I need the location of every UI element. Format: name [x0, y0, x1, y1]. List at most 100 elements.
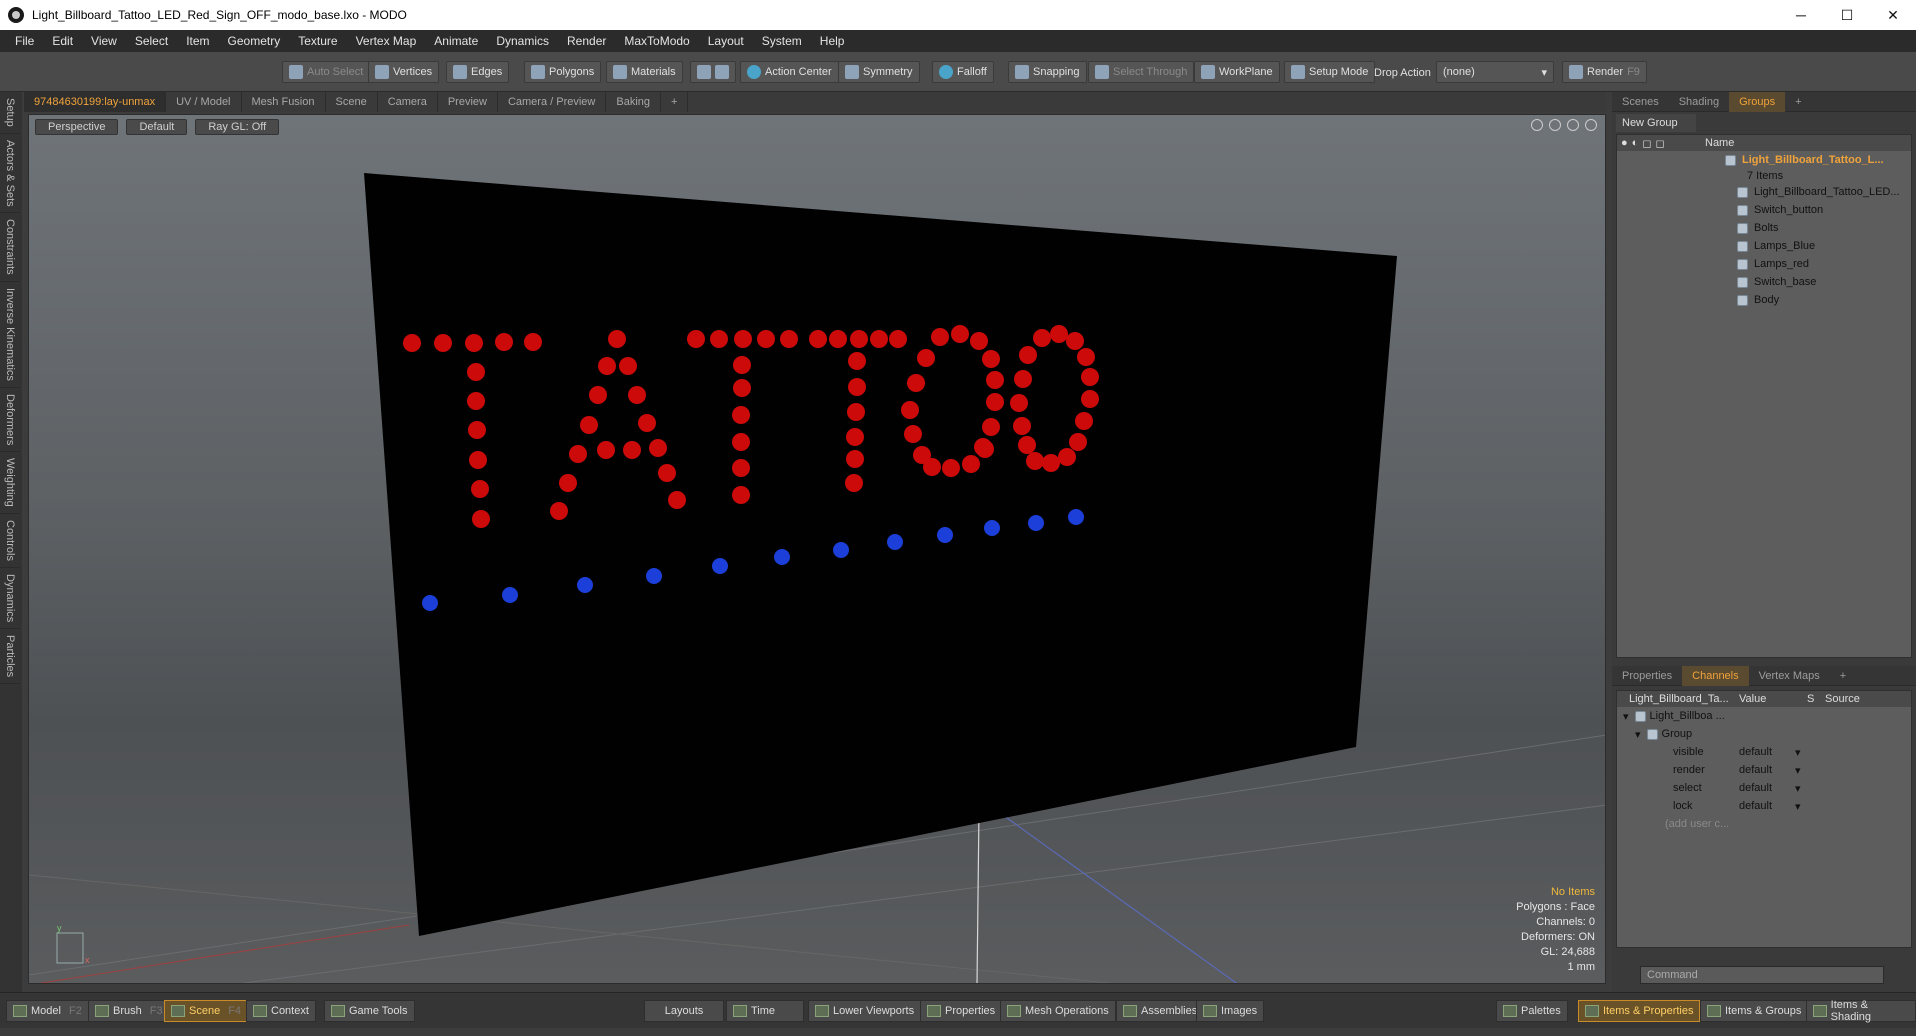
menu-item[interactable]: Item [177, 34, 218, 48]
vertices-button[interactable]: Vertices [368, 61, 440, 83]
raygl-button[interactable]: Ray GL: Off [195, 119, 280, 135]
workplane-button[interactable]: WorkPlane [1194, 61, 1280, 83]
tab-baking[interactable]: Baking [606, 92, 662, 112]
add-panel-tab-button[interactable]: + [1785, 92, 1811, 112]
add-user-channel[interactable]: (add user c... [1617, 815, 1911, 833]
menu-dynamics[interactable]: Dynamics [487, 34, 558, 48]
chevron-down-icon[interactable]: ▾ [1795, 782, 1801, 795]
menu-view[interactable]: View [82, 34, 126, 48]
side-tab-dynamics[interactable]: Dynamics [0, 568, 20, 630]
menu-help[interactable]: Help [811, 34, 854, 48]
channel-row[interactable]: visible default ▾ [1617, 743, 1911, 761]
setup-mode-button[interactable]: Setup Mode [1284, 61, 1376, 83]
render-button[interactable]: Render F9 [1562, 61, 1647, 83]
selection-mode-buttons[interactable] [690, 61, 736, 83]
side-tab-inverse-kinematics[interactable]: Inverse Kinematics [0, 282, 20, 388]
game-tools-layout-button[interactable]: Game Tools [324, 1000, 415, 1022]
tab-properties[interactable]: Properties [1612, 666, 1682, 686]
channel-group-row[interactable]: ▾ Group [1617, 725, 1911, 743]
side-tab-deformers[interactable]: Deformers [0, 388, 20, 453]
channel-root-row[interactable]: ▾ Light_Billboa ... [1617, 707, 1911, 725]
chevron-down-icon[interactable]: ▾ [1795, 746, 1801, 759]
side-tab-constraints[interactable]: Constraints [0, 213, 20, 283]
menu-texture[interactable]: Texture [289, 34, 346, 48]
tab-camera-preview[interactable]: Camera / Preview [498, 92, 607, 112]
scene-layout-button[interactable]: Scene F4 [164, 1000, 249, 1022]
add-tab-button[interactable]: + [661, 92, 689, 112]
channel-value-dropdown[interactable]: default [1735, 746, 1795, 758]
tab-channels[interactable]: Channels [1682, 665, 1749, 686]
list-item[interactable]: Body [1617, 291, 1911, 309]
assemblies-button[interactable]: Assemblies [1116, 1000, 1205, 1022]
3d-viewport[interactable]: y x Perspective Default Ray GL: Off No I… [28, 114, 1606, 984]
menu-system[interactable]: System [753, 34, 811, 48]
pan-icon[interactable] [1531, 119, 1543, 131]
palettes-button[interactable]: Palettes [1496, 1000, 1568, 1022]
add-properties-tab-button[interactable]: + [1830, 666, 1856, 686]
items-shading-button[interactable]: Items & Shading [1806, 999, 1916, 1023]
polygons-button[interactable]: Polygons [524, 61, 602, 83]
model-layout-button[interactable]: Model F2 [6, 1000, 89, 1022]
side-tab-actors-sets[interactable]: Actors & Sets [0, 134, 20, 214]
maximize-button[interactable]: ☐ [1824, 0, 1870, 30]
items-groups-button[interactable]: Items & Groups [1700, 1000, 1809, 1022]
menu-geometry[interactable]: Geometry [219, 34, 290, 48]
drop-action-dropdown[interactable]: (none) ▾ [1436, 61, 1554, 83]
list-item[interactable]: Bolts [1617, 219, 1911, 237]
chevron-down-icon[interactable]: ▾ [1795, 800, 1801, 813]
symmetry-button[interactable]: Symmetry [838, 61, 920, 83]
tab-uv-model[interactable]: UV / Model [166, 92, 242, 112]
command-input[interactable]: Command [1640, 966, 1884, 984]
zoom-icon[interactable] [1567, 119, 1579, 131]
menu-select[interactable]: Select [126, 34, 177, 48]
properties-button[interactable]: Properties [920, 1000, 1003, 1022]
tab-groups[interactable]: Groups [1729, 91, 1786, 112]
channel-row[interactable]: lock default ▾ [1617, 797, 1911, 815]
tab-scenes[interactable]: Scenes [1612, 92, 1669, 112]
menu-edit[interactable]: Edit [43, 34, 82, 48]
list-item[interactable]: Switch_base [1617, 273, 1911, 291]
list-item[interactable]: Lamps_Blue [1617, 237, 1911, 255]
menu-maxtomodo[interactable]: MaxToModo [615, 34, 698, 48]
lower-viewports-button[interactable]: Lower Viewports [808, 1000, 922, 1022]
shading-default-button[interactable]: Default [126, 119, 188, 135]
tab-vertex-maps[interactable]: Vertex Maps [1749, 666, 1830, 686]
close-button[interactable]: ✕ [1870, 0, 1916, 30]
menu-render[interactable]: Render [558, 34, 615, 48]
list-item[interactable]: Lamps_red [1617, 255, 1911, 273]
minimize-button[interactable]: ─ [1778, 0, 1824, 30]
channel-value-dropdown[interactable]: default [1735, 800, 1795, 812]
billboard-body[interactable] [364, 173, 1397, 936]
list-item[interactable]: Switch_button [1617, 201, 1911, 219]
channel-row[interactable]: render default ▾ [1617, 761, 1911, 779]
side-tab-setup[interactable]: Setup [0, 92, 20, 134]
menu-animate[interactable]: Animate [425, 34, 487, 48]
menu-file[interactable]: File [6, 34, 43, 48]
channel-value-dropdown[interactable]: default [1735, 782, 1795, 794]
side-tab-weighting[interactable]: Weighting [0, 452, 20, 515]
channel-value-dropdown[interactable]: default [1735, 764, 1795, 776]
brush-layout-button[interactable]: Brush F3 [88, 1000, 170, 1022]
group-row[interactable]: Light_Billboard_Tattoo_L... [1617, 151, 1911, 169]
materials-button[interactable]: Materials [606, 61, 683, 83]
images-button[interactable]: Images [1196, 1000, 1265, 1022]
view-perspective-button[interactable]: Perspective [35, 119, 119, 135]
gear-icon[interactable] [1585, 119, 1597, 131]
side-tab-particles[interactable]: Particles [0, 629, 20, 685]
tab-camera[interactable]: Camera [378, 92, 438, 112]
auto-select-button[interactable]: Auto Select [282, 61, 371, 83]
tab-layout-unmax[interactable]: 97484630199:lay-unmax [24, 92, 167, 112]
menu-vertex-map[interactable]: Vertex Map [347, 34, 426, 48]
menu-layout[interactable]: Layout [699, 34, 753, 48]
layouts-button[interactable]: Layouts [644, 1000, 724, 1022]
mesh-operations-button[interactable]: Mesh Operations [1000, 1000, 1116, 1022]
items-properties-button[interactable]: Items & Properties [1578, 1000, 1701, 1022]
tab-preview[interactable]: Preview [438, 92, 498, 112]
list-item[interactable]: Light_Billboard_Tattoo_LED... [1617, 183, 1911, 201]
tab-shading[interactable]: Shading [1669, 92, 1729, 112]
context-layout-button[interactable]: Context [246, 1000, 316, 1022]
rotate-icon[interactable] [1549, 119, 1561, 131]
chevron-down-icon[interactable]: ▾ [1795, 764, 1801, 777]
new-group-button[interactable]: New Group [1616, 114, 1696, 132]
select-through-button[interactable]: Select Through [1088, 61, 1195, 83]
